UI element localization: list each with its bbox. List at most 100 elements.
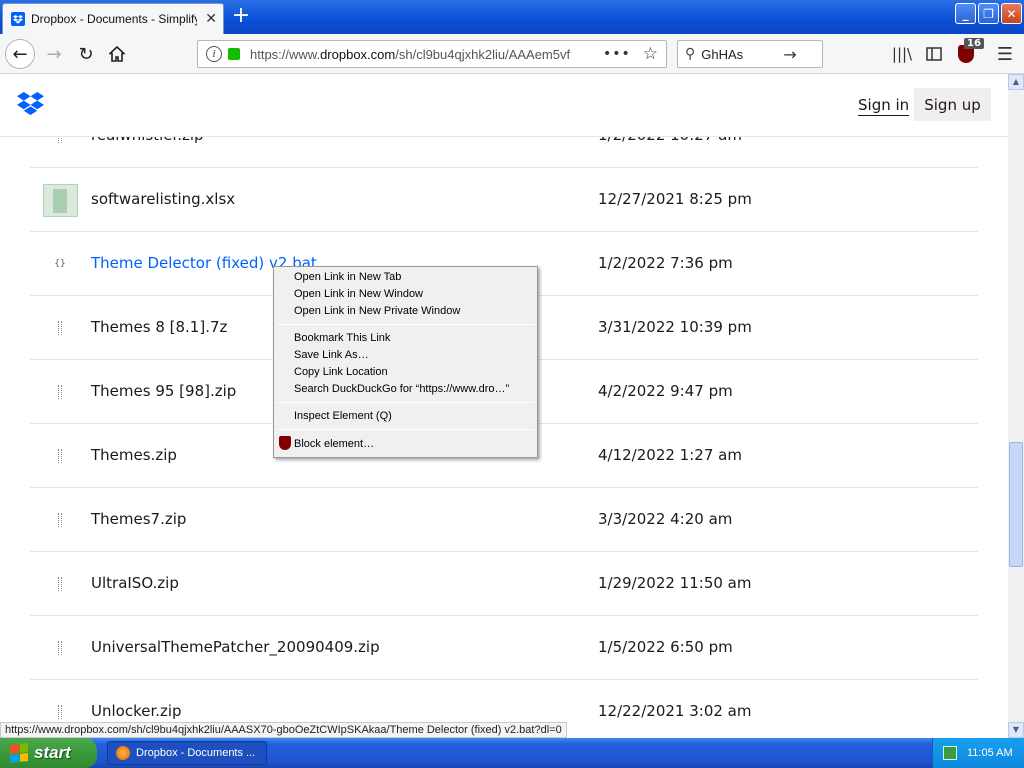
scroll-down-arrow-icon[interactable]: ▼ [1008,722,1024,738]
file-name[interactable]: Themes7.zip [91,510,186,528]
zip-icon [53,384,67,400]
context-menu: Open Link in New Tab Open Link in New Wi… [273,266,538,458]
file-date: 12/27/2021 8:25 pm [598,190,752,208]
file-name[interactable]: Unlocker.zip [91,702,182,720]
file-row[interactable]: UniversalThemePatcher_20090409.zip 1/5/2… [30,616,978,680]
tab-close-icon[interactable]: ✕ [205,11,217,27]
file-date: 4/2/2022 9:47 pm [598,382,733,400]
url-text[interactable]: https://www.dropbox.com/sh/cl9bu4qjxhk2l… [250,47,595,62]
zip-icon [53,448,67,464]
menu-item-open-new-tab[interactable]: Open Link in New Tab [294,269,401,285]
bookmark-star-icon[interactable]: ☆ [643,44,658,64]
arrow-left-icon: ← [12,43,28,65]
windows-flag-icon [10,743,28,763]
taskbar-item-firefox[interactable]: Dropbox - Documents ... [107,741,267,765]
site-info-icon[interactable]: i [206,46,222,62]
menu-separator [277,402,534,403]
file-name[interactable]: softwarelisting.xlsx [91,190,235,208]
zip-icon [53,576,67,592]
ublock-shield-icon [279,436,291,450]
arrow-right-icon: → [46,43,62,65]
sign-in-link[interactable]: Sign in [858,96,910,116]
ublock-count-badge: 16 [964,38,984,49]
start-label: start [34,743,71,762]
secure-lock-icon[interactable] [228,48,240,60]
ublock-button[interactable]: 16 [955,38,984,65]
menu-separator [277,429,534,430]
file-date: 12/22/2021 3:02 am [598,702,752,720]
sign-up-button[interactable]: Sign up [914,88,991,121]
tab-dropbox[interactable]: Dropbox - Documents - Simplify yo ✕ [2,3,224,34]
search-input[interactable]: GhHAs [701,47,783,62]
hamburger-menu-icon: ☰ [996,43,1014,65]
window-maximize-button[interactable]: ❐ [978,3,999,24]
taskbar: start Dropbox - Documents ... 11:05 AM [0,738,1024,768]
system-tray: 11:05 AM [932,738,1024,768]
file-name[interactable]: UniversalThemePatcher_20090409.zip [91,638,380,656]
spreadsheet-icon [43,184,78,217]
file-row[interactable]: softwarelisting.xlsx 12/27/2021 8:25 pm [30,168,978,232]
menu-item-search-duckduckgo[interactable]: Search DuckDuckGo for “https://www.dro…” [294,381,509,397]
file-name[interactable]: Themes 8 [8.1].7z [91,318,227,336]
navigation-toolbar: ← → ↻ i https://www.dropbox.com/sh/cl9bu… [0,34,1024,74]
file-row[interactable]: UltraISO.zip 1/29/2022 11:50 am [30,552,978,616]
file-date: 4/12/2022 1:27 am [598,446,742,464]
file-name[interactable]: UltraISO.zip [91,574,179,592]
menu-item-copy-link-location[interactable]: Copy Link Location [294,364,388,380]
library-button[interactable]: |||\ [891,43,913,65]
zip-icon [53,320,67,336]
menu-item-inspect-element[interactable]: Inspect Element (Q) [294,408,392,424]
reload-icon: ↻ [78,43,94,65]
menu-separator [277,324,534,325]
sidebar-button[interactable] [923,43,945,65]
link-status-tooltip: https://www.dropbox.com/sh/cl9bu4qjxhk2l… [0,722,567,738]
file-date: 1/2/2022 7:36 pm [598,254,733,272]
start-button[interactable]: start [0,738,97,768]
forward-button[interactable]: → [40,40,68,68]
back-button[interactable]: ← [5,39,35,69]
firefox-icon [116,746,130,760]
network-icon[interactable] [943,746,957,760]
search-bar[interactable]: ⚲ GhHAs → [677,40,823,68]
dropbox-logo-icon[interactable] [17,92,44,116]
home-button[interactable] [103,40,131,68]
file-date: 1/5/2022 6:50 pm [598,638,733,656]
file-row[interactable]: Unlocker.zip 12/22/2021 3:02 am [30,680,978,722]
reload-button[interactable]: ↻ [72,40,100,68]
scroll-thumb[interactable] [1009,442,1023,567]
menu-item-open-private-window[interactable]: Open Link in New Private Window [294,303,460,319]
dropbox-favicon-icon [11,12,25,26]
vertical-scrollbar[interactable]: ▲ ▼ [1008,74,1024,738]
library-icon: |||\ [891,45,913,63]
home-icon [109,46,125,62]
file-date: 3/3/2022 4:20 am [598,510,733,528]
menu-item-open-new-window[interactable]: Open Link in New Window [294,286,423,302]
file-date: 1/29/2022 11:50 am [598,574,752,592]
code-icon: {} [54,259,66,269]
menu-item-save-link-as[interactable]: Save Link As… [294,347,369,363]
window-minimize-button[interactable]: _ [955,3,976,24]
sidebar-icon [926,47,942,61]
dropbox-header: Sign in Sign up [0,74,1008,137]
zip-icon [53,640,67,656]
file-name[interactable]: Themes.zip [91,446,177,464]
zip-icon [53,704,67,720]
url-bar[interactable]: i https://www.dropbox.com/sh/cl9bu4qjxhk… [197,40,667,68]
search-go-icon[interactable]: → [783,45,796,64]
scroll-up-arrow-icon[interactable]: ▲ [1008,74,1024,90]
window-close-button[interactable]: ✕ [1001,3,1022,24]
file-row[interactable]: Themes7.zip 3/3/2022 4:20 am [30,488,978,552]
taskbar-item-label: Dropbox - Documents ... [136,747,256,759]
menu-item-bookmark-link[interactable]: Bookmark This Link [294,330,390,346]
zip-icon [53,512,67,528]
file-date: 3/31/2022 10:39 pm [598,318,752,336]
clock[interactable]: 11:05 AM [967,747,1013,759]
tab-title: Dropbox - Documents - Simplify yo [31,12,197,26]
page-actions-icon[interactable]: ••• [603,46,631,62]
menu-button[interactable]: ☰ [994,43,1016,65]
tab-strip: Dropbox - Documents - Simplify yo ✕ + _ … [0,0,1024,34]
file-name[interactable]: Themes 95 [98].zip [91,382,236,400]
search-icon: ⚲ [685,46,696,62]
menu-item-block-element[interactable]: Block element… [294,436,374,452]
new-tab-button[interactable]: + [230,5,252,28]
